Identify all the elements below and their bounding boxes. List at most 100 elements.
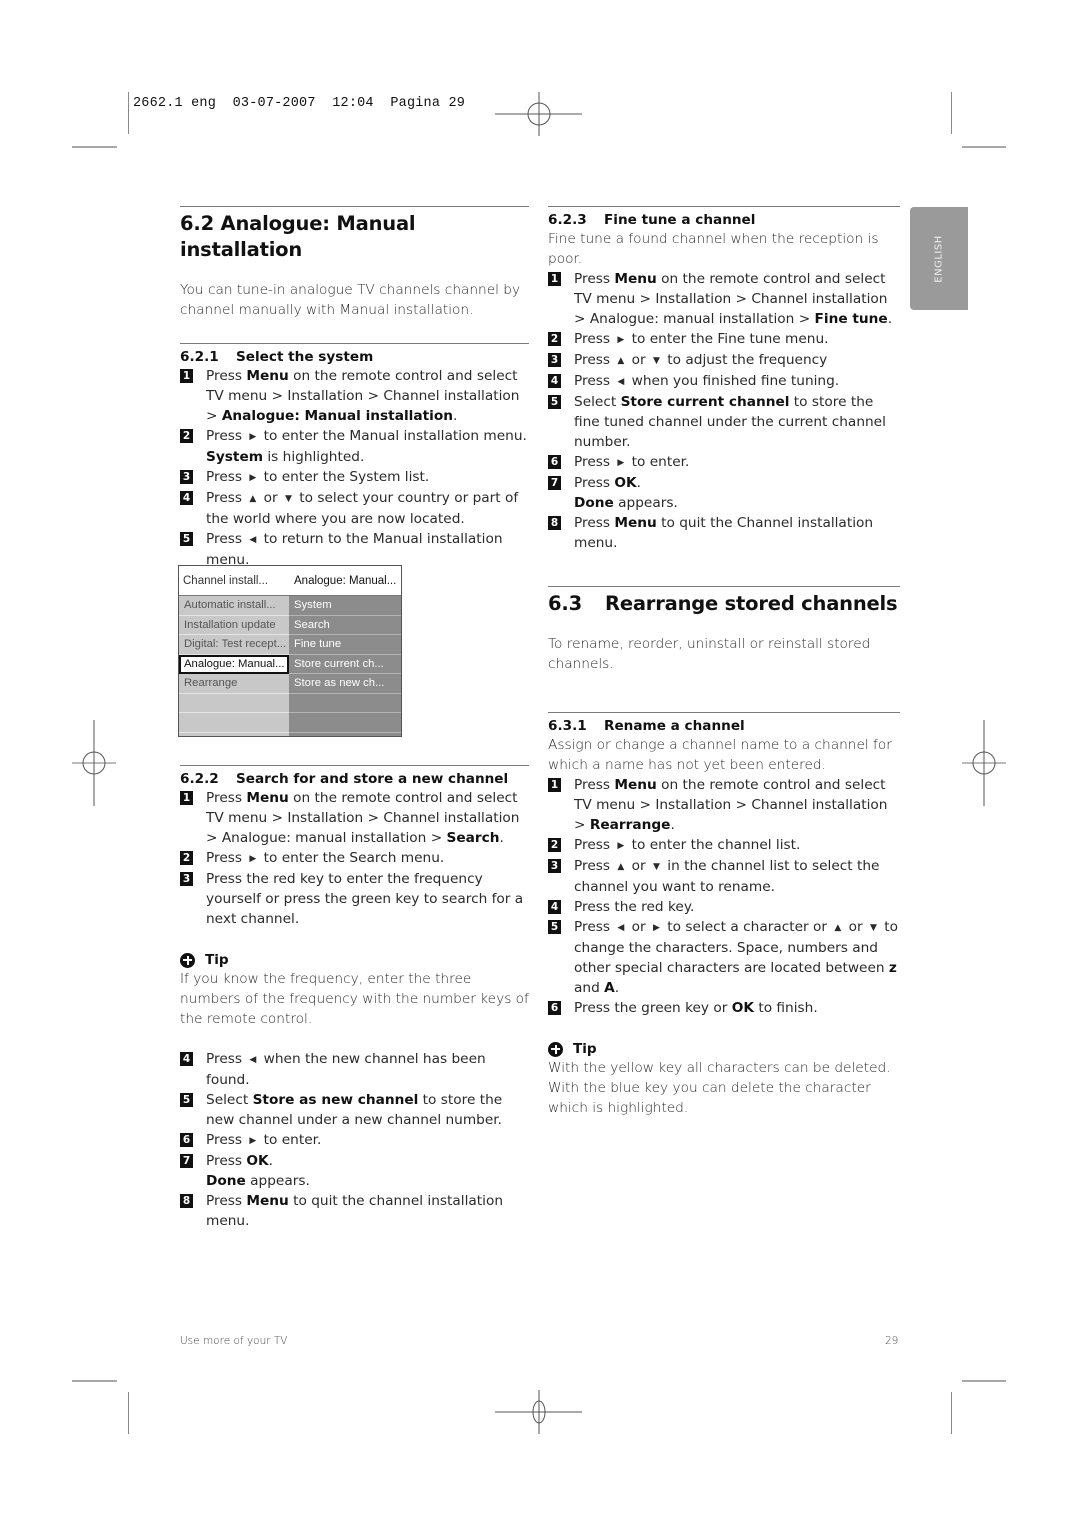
section-intro: To rename, reorder, uninstall or reinsta…	[548, 636, 871, 672]
subsection-title: Search for and store a new channel	[236, 771, 509, 787]
arrow-right-icon: ▶	[249, 432, 257, 442]
emphasis: OK	[246, 1153, 269, 1169]
step-item: 1 Press Menu on the remote control and se…	[180, 788, 529, 848]
emphasis: Fine tune	[814, 311, 888, 327]
language-tab-label: ENGLISH	[933, 234, 945, 283]
emphasis: Menu	[246, 1193, 289, 1209]
step-item: 5 Select Store as new channel to store th…	[180, 1090, 529, 1130]
subsection-title: Rename a channel	[604, 718, 745, 734]
arrow-down-icon: ▼	[653, 862, 660, 872]
tv-menu-screenshot: Channel install... Analogue: Manual... A…	[178, 565, 402, 737]
tv-menu-item: Rearrange	[179, 674, 289, 694]
step-item: 5 Press ◀ to return to the Manual install…	[180, 529, 529, 570]
step-item: 6 Press ▶ to enter.	[180, 1130, 529, 1151]
step-number-badge: 4	[548, 374, 561, 388]
subsection-title: Fine tune a channel	[604, 212, 756, 228]
tv-menu-left-list: Automatic install... Installation update D…	[179, 596, 289, 736]
tip-text: With the yellow key all characters can b…	[548, 1060, 891, 1116]
divider	[180, 206, 529, 207]
emphasis: Menu	[614, 777, 657, 793]
section-number: 6.2	[180, 212, 214, 235]
tv-submenu-item	[289, 694, 401, 713]
step-item: 4 Press ◀ when the new channel has been f…	[180, 1049, 529, 1090]
emphasis: OK	[731, 1000, 754, 1016]
step-number-badge: 1	[180, 369, 193, 383]
subsection-heading-6-3-1: 6.3.1 Rename a channel	[548, 717, 900, 735]
emphasis: Done	[574, 495, 614, 511]
step-number-badge: 2	[548, 332, 561, 346]
arrow-left-icon: ◀	[617, 377, 625, 387]
step-item: 2 Press ▶ to enter the Fine tune menu.	[548, 329, 900, 350]
section-title: Analogue: Manual installation	[180, 212, 416, 261]
tv-menu-header-right: Analogue: Manual...	[294, 574, 397, 587]
tip-label: Tip	[205, 952, 229, 968]
emphasis: Menu	[614, 271, 657, 287]
emphasis: System	[206, 449, 264, 465]
step-item: 3 Press ▲ or ▼ in the channel list to sel…	[548, 856, 900, 897]
arrow-left-icon: ◀	[617, 923, 625, 933]
step-list: 1 Press Menu on the remote control and se…	[548, 775, 900, 1018]
subsection-number: 6.2.2	[180, 771, 219, 787]
crop-mark	[72, 146, 117, 148]
step-item: 2 Press ▶ to enter the channel list.	[548, 835, 900, 856]
step-number-badge: 1	[548, 272, 561, 286]
step-item: 7 Press OK. Done appears.	[180, 1151, 529, 1191]
step-list: 1 Press Menu on the remote control and se…	[180, 366, 529, 570]
divider	[548, 712, 900, 713]
subsection-intro: Fine tune a found channel when the recep…	[548, 231, 879, 267]
arrow-right-icon: ▶	[249, 1136, 257, 1146]
step-item: 4 Press the red key.	[548, 897, 900, 917]
divider	[548, 206, 900, 207]
subsection-heading-6-2-2: 6.2.2 Search for and store a new channel	[180, 770, 529, 788]
crop-mark	[962, 146, 1006, 148]
subsection-title: Select the system	[236, 349, 374, 365]
emphasis: Menu	[246, 790, 289, 806]
tv-menu-item	[179, 694, 289, 713]
step-item: 1 Press Menu on the remote control and se…	[548, 775, 900, 835]
step-number-badge: 4	[180, 1052, 193, 1066]
step-number-badge: 2	[548, 838, 561, 852]
section-number: 6.3	[548, 592, 582, 615]
step-number-badge: 5	[548, 395, 561, 409]
emphasis: Store as new channel	[252, 1092, 419, 1108]
step-number-badge: 1	[548, 778, 561, 792]
tv-submenu-item: Store current ch...	[289, 655, 401, 674]
registration-mark-icon	[495, 1390, 582, 1434]
subsection-number: 6.2.3	[548, 212, 587, 228]
step-item: 3 Press ▶ to enter the System list.	[180, 467, 529, 488]
step-number-badge: 7	[548, 476, 561, 490]
tv-menu-item: Automatic install...	[179, 596, 289, 616]
arrow-up-icon: ▲	[834, 923, 842, 933]
step-number-badge: 1	[180, 791, 193, 805]
crop-mark	[962, 1380, 1006, 1382]
arrow-right-icon: ▶	[249, 473, 257, 483]
step-item: 6 Press the green key or OK to finish.	[548, 998, 900, 1018]
emphasis: Analogue: Manual installation	[221, 408, 453, 424]
step-list: 1 Press Menu on the remote control and se…	[180, 788, 529, 929]
step-number-badge: 6	[180, 1133, 193, 1147]
step-item: 3 Press ▲ or ▼ to adjust the frequency	[548, 350, 900, 371]
arrow-right-icon: ▶	[617, 335, 625, 345]
step-number-badge: 5	[180, 1093, 193, 1107]
step-number-badge: 7	[180, 1154, 193, 1168]
step-item: 4 Press ▲ or ▼ to select your country or …	[180, 488, 529, 529]
step-number-badge: 8	[180, 1194, 193, 1208]
step-item: 6 Press ▶ to enter.	[548, 452, 900, 473]
tip-heading: Tip	[180, 951, 529, 969]
tv-menu-item	[179, 713, 289, 733]
section-intro: You can tune-in analogue TV channels cha…	[180, 282, 521, 318]
step-item: 8 Press Menu to quit the channel installa…	[180, 1191, 529, 1231]
emphasis: z	[888, 960, 897, 976]
emphasis: Menu	[246, 368, 289, 384]
step-item: 3 Press the red key to enter the frequenc…	[180, 869, 529, 929]
crop-mark	[951, 92, 952, 134]
step-item: 7 Press OK. Done appears.	[548, 473, 900, 513]
tv-submenu-item: Fine tune	[289, 635, 401, 655]
tip-plus-icon	[548, 1041, 563, 1057]
step-item: 5 Press ◀ or ▶ to select a character or ▲…	[548, 917, 900, 998]
crop-mark	[951, 1392, 952, 1434]
step-number-badge: 4	[180, 491, 193, 505]
step-number-badge: 6	[548, 455, 561, 469]
step-list: 4 Press ◀ when the new channel has been f…	[180, 1049, 529, 1231]
tip-text: If you know the frequency, enter the thr…	[180, 971, 529, 1027]
